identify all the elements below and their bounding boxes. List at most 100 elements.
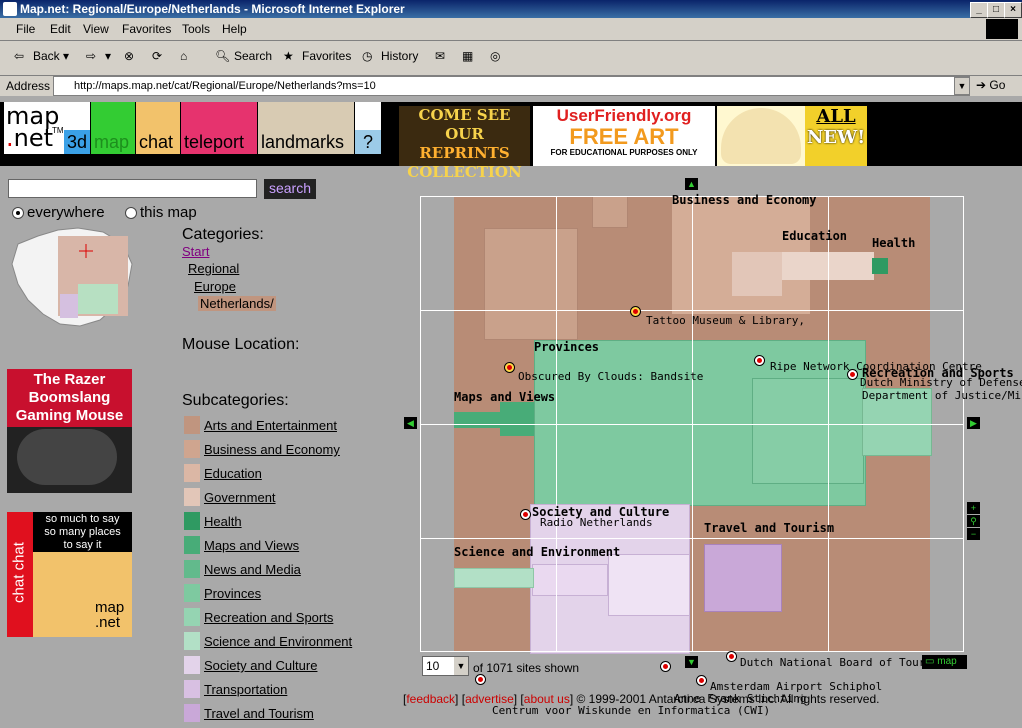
site-pin-obscured[interactable] (504, 362, 515, 373)
nav-landmarks[interactable]: landmarks (258, 130, 354, 154)
reprints-banner[interactable]: COME SEE OUR REPRINTS COLLECTION (399, 106, 530, 181)
site-pin-radio[interactable] (520, 509, 531, 520)
subcategory-link[interactable]: Arts and Entertainment (204, 418, 337, 433)
crumb-europe[interactable]: Europe (194, 279, 236, 294)
footer-feedback-link[interactable]: feedback (406, 692, 455, 706)
search-input[interactable] (8, 179, 257, 198)
menu-help[interactable]: Help (222, 22, 247, 36)
menu-favorites[interactable]: Favorites (122, 22, 171, 36)
print-icon[interactable]: ▦ (462, 49, 473, 63)
reprints-line-3: COLLECTION (407, 163, 522, 181)
pan-up-icon[interactable]: ▲ (685, 178, 698, 190)
search-button-page[interactable]: search (264, 179, 316, 199)
map-region-education[interactable] (732, 252, 782, 296)
map-region-science[interactable] (454, 568, 534, 588)
crumb-regional[interactable]: Regional (188, 261, 239, 276)
site-count-select[interactable]: 10 ▼ (422, 656, 469, 676)
menu-tools[interactable]: Tools (182, 22, 210, 36)
discuss-icon[interactable]: ◎ (490, 49, 500, 63)
radio-everywhere[interactable]: everywhere (12, 204, 105, 221)
userfriendly-banner[interactable]: UserFriendly.org FREE ART FOR EDUCATIONA… (533, 106, 715, 166)
site-pin-tourism[interactable] (726, 651, 737, 662)
subcategory-link[interactable]: Recreation and Sports (204, 610, 333, 625)
subcategory-link[interactable]: Society and Culture (204, 658, 317, 673)
site-pin-anne[interactable] (660, 661, 671, 672)
site-pin-cwi[interactable] (475, 674, 486, 685)
zoom-search-icon[interactable]: ⚲ (967, 515, 980, 527)
map-region-society-inner[interactable] (608, 554, 690, 616)
map-toggle-button[interactable]: ▭ map (922, 655, 967, 669)
subcategory-link[interactable]: Science and Environment (204, 634, 352, 649)
home-icon[interactable]: ⌂ (180, 49, 187, 63)
nav-chat[interactable]: chat (136, 130, 180, 154)
forward-button[interactable]: ⇨ ▾ (86, 49, 111, 65)
globe-thumbnail[interactable] (8, 224, 134, 328)
map-region-arts-block[interactable] (484, 228, 578, 340)
chat-line-1: so much to say (45, 513, 120, 525)
history-button[interactable]: ◷ History (362, 49, 418, 65)
subcategory-link[interactable]: Travel and Tourism (204, 706, 314, 721)
nav-map[interactable]: map (91, 130, 135, 154)
site-pin-tattoo[interactable] (630, 306, 641, 317)
menu-view[interactable]: View (83, 22, 109, 36)
mapnet-logo[interactable]: map .net TM (4, 102, 64, 154)
cartoon-banner[interactable]: ALL NEW! (717, 106, 867, 166)
subcategory-link[interactable]: Provinces (204, 586, 261, 601)
map-region-maps-block[interactable] (500, 402, 534, 436)
nav-3d[interactable]: 3d (64, 130, 90, 154)
address-dropdown-icon[interactable]: ▼ (954, 77, 970, 95)
site-label-radio[interactable]: Radio Netherlands (540, 516, 653, 529)
pan-down-icon[interactable]: ▼ (685, 656, 698, 668)
back-button[interactable]: ⇦ Back ▾ (14, 49, 69, 65)
map-label-travel: Travel and Tourism (704, 521, 835, 535)
site-pin-schiphol[interactable] (696, 675, 707, 686)
search-button[interactable]: 🔍︎ Search (215, 49, 272, 65)
footer-about-link[interactable]: about us (524, 692, 570, 706)
go-button[interactable]: ➔ Go (976, 78, 1005, 92)
site-map[interactable]: Business and Economy Education Health Pr… (420, 193, 1022, 717)
subcategory-link[interactable]: Government (204, 490, 276, 505)
pan-left-icon[interactable]: ◀ (404, 417, 417, 429)
subcategory-link[interactable]: Business and Economy (204, 442, 340, 457)
zoom-in-icon[interactable]: + (967, 502, 980, 514)
site-label-justice[interactable]: Department of Justice/Mi (862, 389, 1021, 402)
subcategory-link[interactable]: Maps and Views (204, 538, 299, 553)
stop-icon[interactable]: ⊗ (124, 49, 134, 63)
pan-right-icon[interactable]: ▶ (967, 417, 980, 429)
favorites-button[interactable]: ★ Favorites (283, 49, 351, 65)
address-input[interactable]: http://maps.map.net/cat/Regional/Europe/… (53, 76, 970, 96)
site-pin-defense[interactable] (847, 369, 858, 380)
site-label-tattoo[interactable]: Tattoo Museum & Library, (646, 314, 805, 327)
radio-this-map[interactable]: this map (125, 204, 197, 221)
site-label-obscured[interactable]: Obscured By Clouds: Bandsite (518, 370, 703, 383)
chat-ad[interactable]: chat chat so much to say so many places … (7, 512, 132, 637)
site-label-defense[interactable]: Dutch Ministry of Defense (860, 376, 1022, 389)
zoom-out-icon[interactable]: − (967, 528, 980, 540)
map-region-health[interactable] (872, 258, 888, 274)
mail-icon[interactable]: ✉ (435, 49, 445, 63)
map-region-provinces-inner[interactable] (752, 378, 864, 484)
footer-advertise-link[interactable]: advertise (465, 692, 514, 706)
subcategory-link[interactable]: News and Media (204, 562, 301, 577)
back-label: Back (33, 49, 60, 64)
minimize-button[interactable]: _ (970, 2, 988, 18)
map-region-arts-small[interactable] (592, 196, 628, 228)
menu-file[interactable]: File (16, 22, 35, 36)
site-label-tourism[interactable]: Dutch National Board of Tourism (740, 656, 945, 669)
close-button[interactable]: × (1004, 2, 1022, 18)
menu-edit[interactable]: Edit (50, 22, 71, 36)
subcategory-link[interactable]: Education (204, 466, 262, 481)
crumb-start[interactable]: Start (182, 244, 209, 259)
nav-teleport[interactable]: teleport (181, 130, 257, 154)
subcategory-link[interactable]: Health (204, 514, 242, 529)
site-label-ripe[interactable]: Ripe Network Coordination Centre (770, 360, 982, 373)
razer-ad[interactable]: The Razer Boomslang Gaming Mouse (7, 369, 132, 493)
subcategory-link[interactable]: Transportation (204, 682, 287, 697)
nav-help[interactable]: ? (355, 130, 381, 154)
refresh-icon[interactable]: ⟳ (152, 49, 162, 63)
site-pin-ripe[interactable] (754, 355, 765, 366)
maximize-button[interactable]: □ (987, 2, 1005, 18)
search-label: Search (234, 49, 273, 64)
map-region-society-small[interactable] (532, 564, 608, 596)
map-region-travel[interactable] (704, 544, 782, 612)
